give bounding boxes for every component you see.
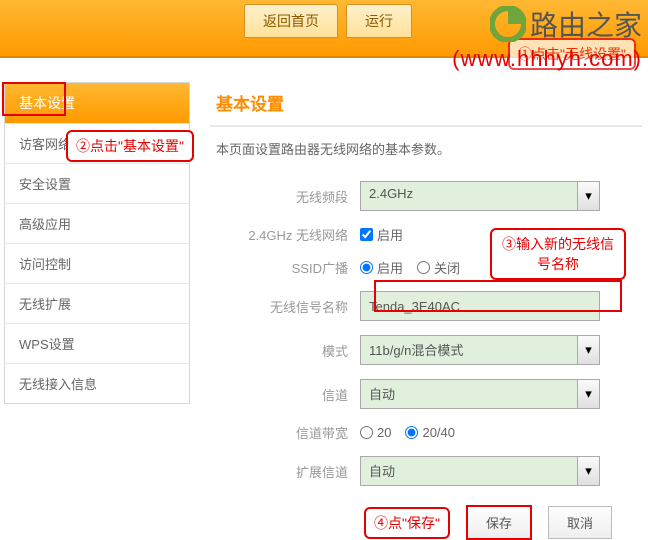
logo-icon (490, 6, 526, 42)
input-ssid[interactable] (360, 291, 600, 321)
watermark-title: 路由之家 (530, 4, 642, 44)
radio-ssidbc-off[interactable] (417, 261, 430, 274)
select-mode[interactable]: 11b/g/n混合模式 (360, 335, 600, 365)
radio-bw-20[interactable] (360, 426, 373, 439)
label-ssid: 无线信号名称 (210, 297, 360, 316)
label-bw: 信道带宽 (210, 423, 360, 442)
topbar-home-button[interactable]: 返回首页 (244, 4, 338, 38)
save-button[interactable]: 保存 (466, 505, 532, 540)
label-mode: 模式 (210, 341, 360, 360)
sidebar-item-clients[interactable]: 无线接入信息 (5, 363, 189, 403)
label-enable: 启用 (377, 225, 403, 244)
radio-ssidbc-on[interactable] (360, 261, 373, 274)
sidebar-item-access[interactable]: 访问控制 (5, 243, 189, 283)
sidebar-item-advanced[interactable]: 高级应用 (5, 203, 189, 243)
topbar-run-button[interactable]: 运行 (346, 4, 412, 38)
label-extch: 扩展信道 (210, 462, 360, 481)
callout-4: ④点"保存" (364, 507, 450, 539)
page-title: 基本设置 (210, 82, 642, 127)
radio-bw-2040[interactable] (405, 426, 418, 439)
sidebar-item-basic[interactable]: 基本设置 (5, 83, 189, 123)
select-extch[interactable]: 自动 (360, 456, 600, 486)
page-desc: 本页面设置路由器无线网络的基本参数。 (210, 127, 642, 174)
select-channel[interactable]: 自动 (360, 379, 600, 409)
label-band: 无线频段 (210, 187, 360, 206)
content: 基本设置 本页面设置路由器无线网络的基本参数。 无线频段 2.4GHz▾ 2.4… (210, 82, 642, 524)
checkbox-enable[interactable] (360, 228, 373, 241)
watermark-url: (www.hhhyh.com) (452, 46, 642, 72)
sidebar-item-security[interactable]: 安全设置 (5, 163, 189, 203)
sidebar-item-extend[interactable]: 无线扩展 (5, 283, 189, 323)
label-ssidbc: SSID广播 (210, 258, 360, 277)
callout-3: ③输入新的无线信号名称 (490, 228, 626, 280)
select-band[interactable]: 2.4GHz (360, 181, 600, 211)
watermark: 路由之家 (www.hhhyh.com) (452, 4, 642, 72)
callout-2: ②点击"基本设置" (66, 130, 194, 162)
cancel-button[interactable]: 取消 (548, 506, 612, 539)
label-channel: 信道 (210, 385, 360, 404)
label-wireless: 2.4GHz 无线网络 (210, 225, 360, 244)
sidebar-item-wps[interactable]: WPS设置 (5, 323, 189, 363)
